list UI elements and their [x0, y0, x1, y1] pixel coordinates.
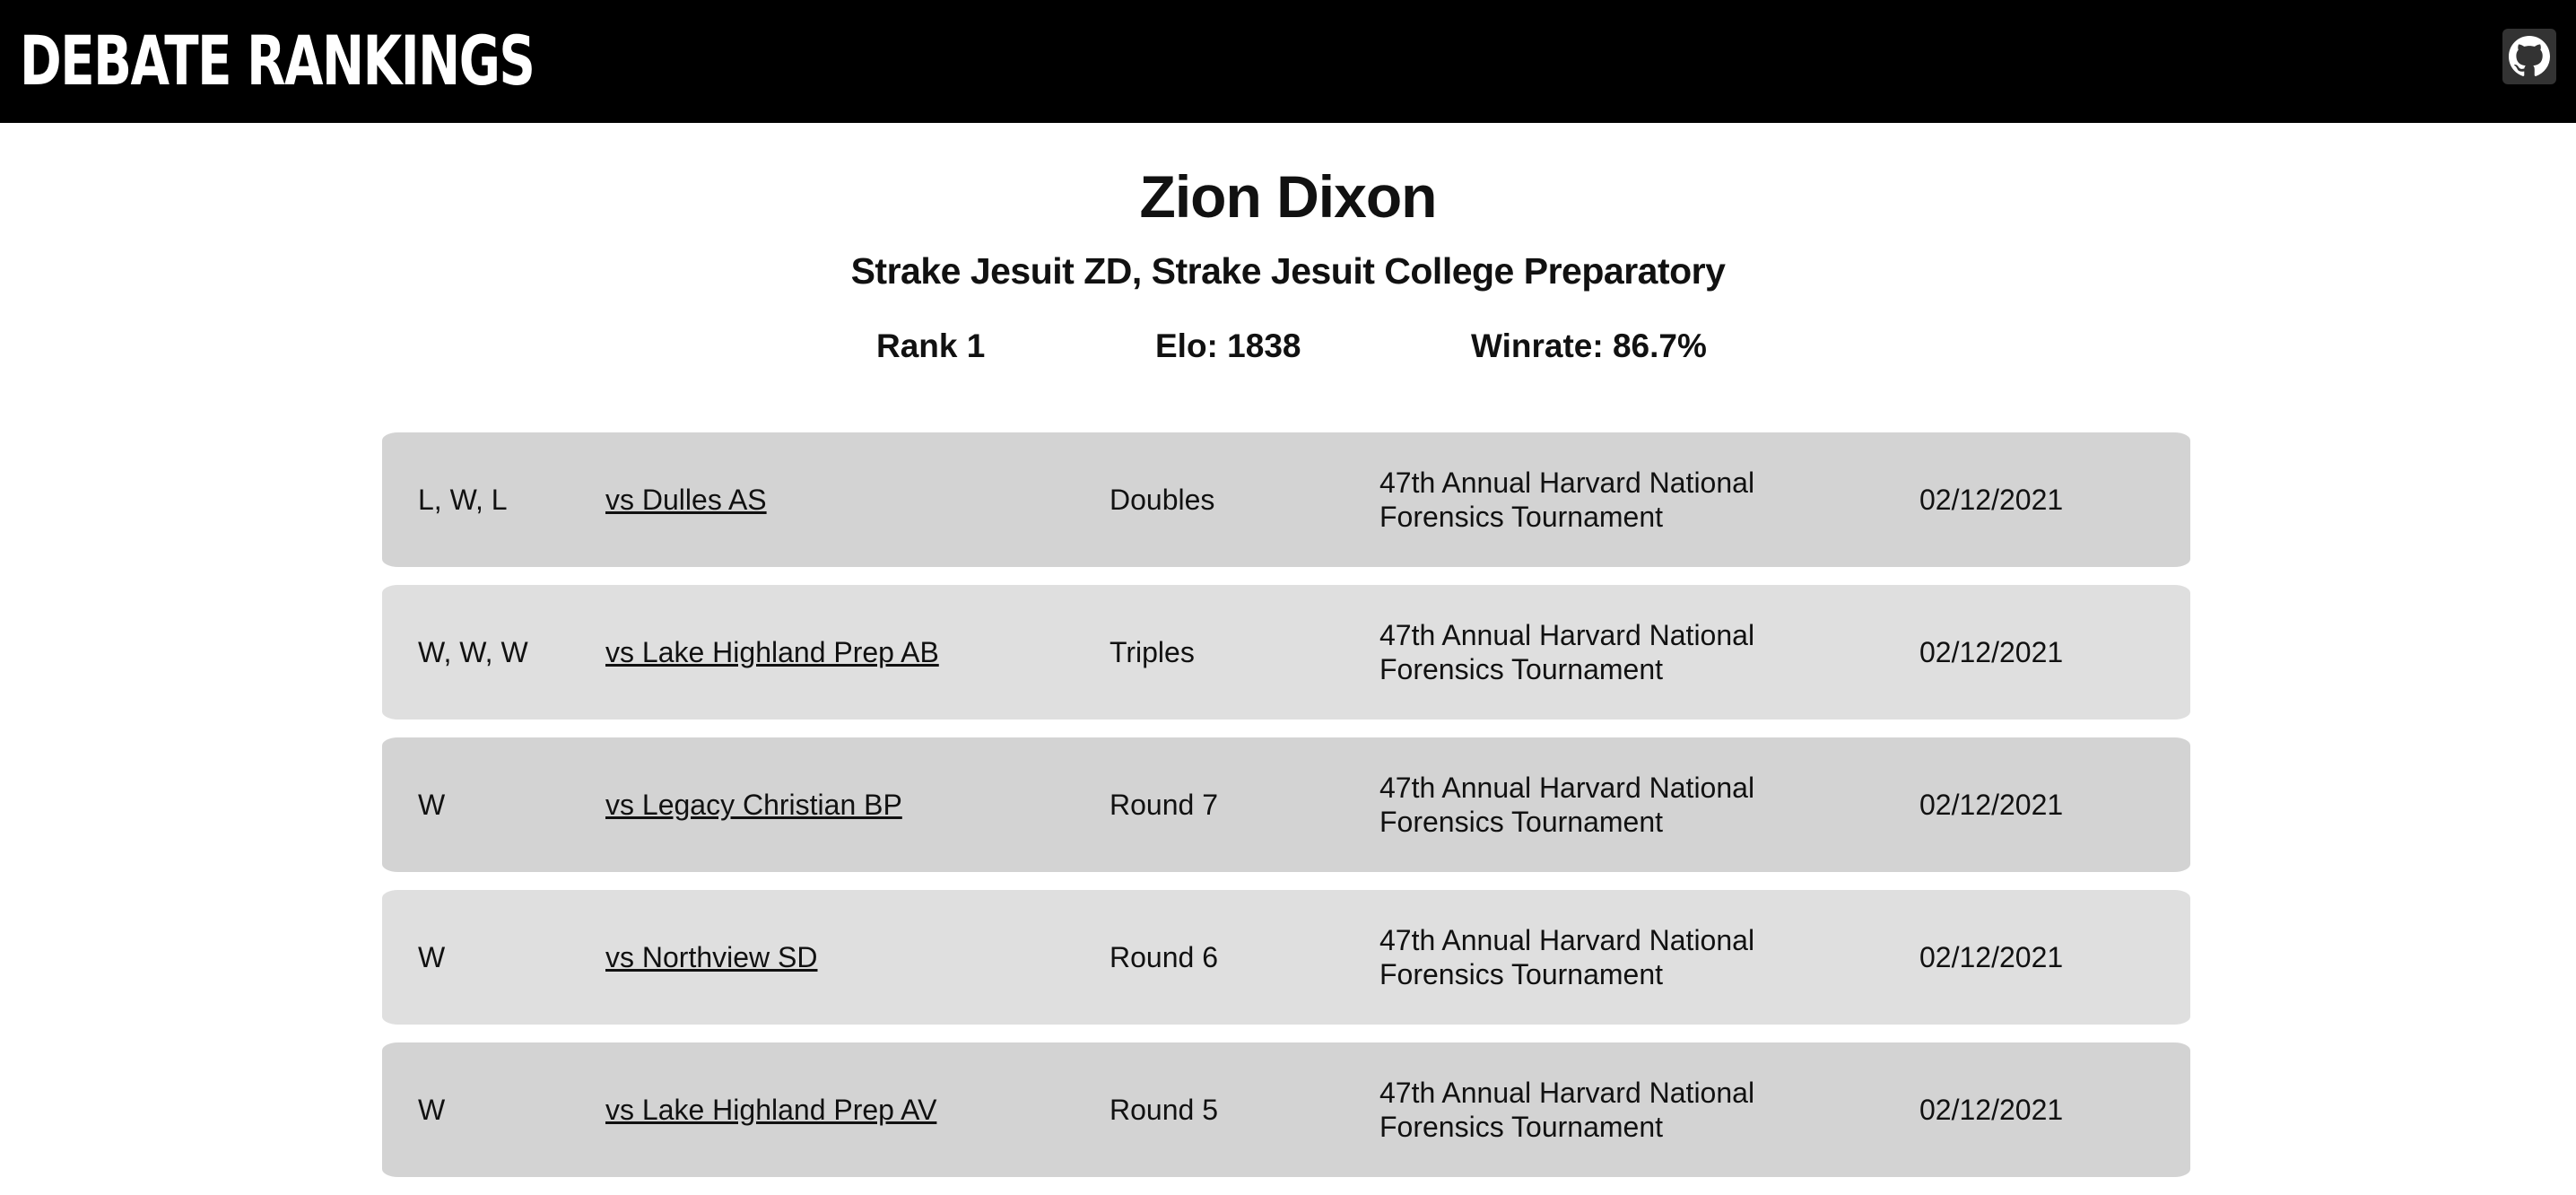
round-result: W — [418, 1094, 446, 1126]
site-title[interactable]: DEBATE RANKINGS — [20, 20, 535, 102]
debater-name: Zion Dixon — [1139, 163, 1438, 230]
round-result: W — [418, 941, 446, 973]
winrate-stat: Winrate: 86.7% — [1471, 327, 1707, 364]
tournament-name: 47th Annual Harvard National Forensics T… — [1379, 619, 1755, 685]
opponent-cell: vs Lake Highland Prep AV — [605, 1042, 1072, 1177]
round-name: Round 6 — [1110, 941, 1218, 973]
opponent-cell: vs Dulles AS — [605, 432, 1072, 567]
round-date: 02/12/2021 — [1919, 1094, 2064, 1126]
rank-stat: Rank 1 — [876, 327, 986, 364]
round-name: Round 5 — [1110, 1094, 1218, 1126]
round-history-list: L, W, L vs Dulles AS Doubles 47th Annual… — [382, 432, 2190, 1195]
round-row: W vs Northview SD Round 6 47th Annual Ha… — [382, 890, 2190, 1025]
opponent-link[interactable]: vs Northview SD — [605, 940, 818, 974]
round-name: Triples — [1110, 636, 1195, 668]
round-date: 02/12/2021 — [1919, 636, 2064, 668]
round-date: 02/12/2021 — [1919, 941, 2064, 973]
tournament-name: 47th Annual Harvard National Forensics T… — [1379, 924, 1755, 990]
opponent-cell: vs Northview SD — [605, 890, 1072, 1025]
round-result: L, W, L — [418, 484, 508, 516]
opponent-link[interactable]: vs Legacy Christian BP — [605, 788, 902, 822]
elo-stat: Elo: 1838 — [1155, 327, 1301, 364]
tournament-name: 47th Annual Harvard National Forensics T… — [1379, 467, 1755, 533]
round-date: 02/12/2021 — [1919, 484, 2064, 516]
opponent-cell: vs Lake Highland Prep AB — [605, 585, 1072, 720]
github-link[interactable] — [2502, 29, 2556, 84]
opponent-link[interactable]: vs Dulles AS — [605, 483, 767, 517]
github-icon — [2509, 36, 2550, 76]
tournament-name: 47th Annual Harvard National Forensics T… — [1379, 772, 1755, 838]
round-row: W vs Lake Highland Prep AV Round 5 47th … — [382, 1042, 2190, 1177]
top-nav-bar: DEBATE RANKINGS — [0, 0, 2576, 123]
round-name: Round 7 — [1110, 789, 1218, 821]
opponent-link[interactable]: vs Lake Highland Prep AV — [605, 1093, 936, 1127]
debater-school: Strake Jesuit ZD, Strake Jesuit College … — [850, 250, 1726, 292]
round-date: 02/12/2021 — [1919, 789, 2064, 821]
round-result: W, W, W — [418, 636, 528, 668]
round-name: Doubles — [1110, 484, 1215, 516]
opponent-link[interactable]: vs Lake Highland Prep AB — [605, 635, 939, 669]
round-row: W, W, W vs Lake Highland Prep AB Triples… — [382, 585, 2190, 720]
opponent-cell: vs Legacy Christian BP — [605, 737, 1072, 872]
tournament-name: 47th Annual Harvard National Forensics T… — [1379, 1077, 1755, 1143]
round-row: L, W, L vs Dulles AS Doubles 47th Annual… — [382, 432, 2190, 567]
round-row: W vs Legacy Christian BP Round 7 47th An… — [382, 737, 2190, 872]
round-result: W — [418, 789, 446, 821]
stats-row: Rank 1 Elo: 1838 Winrate: 86.7% — [0, 323, 2576, 370]
